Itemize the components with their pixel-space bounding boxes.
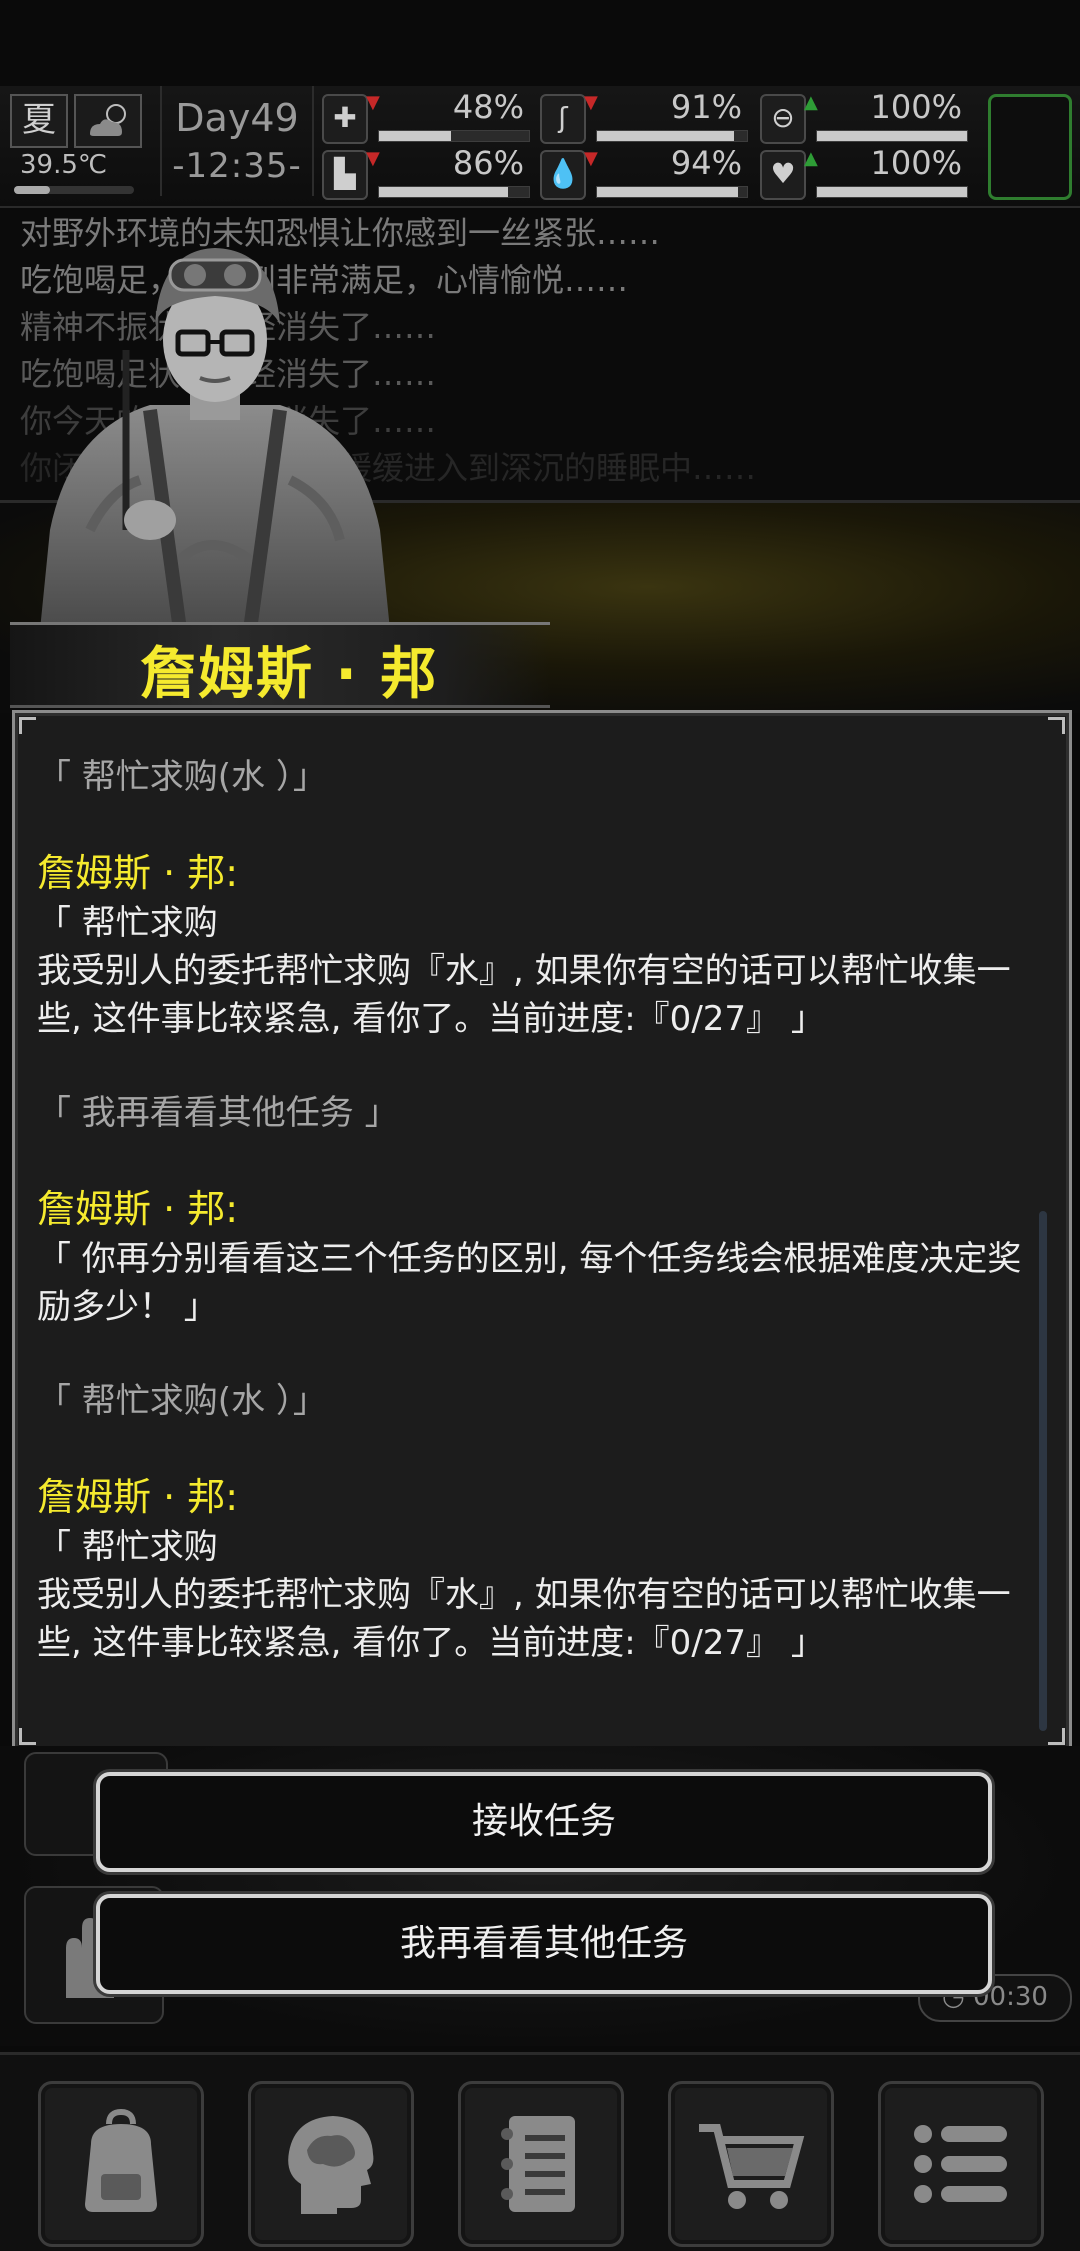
boot-icon: ▙ — [322, 150, 368, 200]
stat-fill — [379, 187, 508, 197]
bottom-nav — [0, 2052, 1080, 2251]
stat-bar — [596, 186, 748, 198]
stat-bar — [816, 130, 968, 142]
notebook-icon — [501, 2116, 575, 2212]
speaker-name: 詹姆斯 · 邦: — [37, 1187, 239, 1231]
trend-up-icon: ▲ — [804, 92, 818, 113]
corner-ornament — [19, 717, 36, 734]
stat-bar — [378, 186, 530, 198]
nav-menu[interactable] — [878, 2081, 1044, 2247]
stat-bar — [816, 186, 968, 198]
stat-hunger[interactable]: ʃ ▼ 91% — [540, 88, 750, 144]
speaker-name: 詹姆斯 · 邦: — [37, 1475, 239, 1519]
dialog-scrollbar[interactable] — [1039, 1211, 1047, 1731]
season-indicator: 夏 — [10, 94, 68, 148]
nav-journal[interactable] — [458, 2081, 624, 2247]
backpack-icon — [85, 2108, 157, 2212]
npc-speech: 「 你再分别看看这三个任务的区别, 每个任务线会根据难度决定奖励多少！ 」 — [37, 1239, 1022, 1327]
player-choice: 「 帮忙求购(水 ）」 — [37, 1381, 327, 1421]
player-choice: 「 帮忙求购(水 ）」 — [37, 757, 327, 797]
trend-down-icon: ▼ — [366, 92, 380, 113]
stat-value: 94% — [670, 144, 742, 182]
day-counter: Day49 — [175, 96, 299, 140]
stat-thirst[interactable]: 💧 ▼ 94% — [540, 144, 750, 200]
stat-value: 86% — [452, 144, 524, 182]
corner-ornament — [19, 1728, 36, 1745]
brain-head-icon — [288, 2116, 374, 2214]
stat-fill — [379, 131, 451, 141]
corner-ornament — [1048, 717, 1065, 734]
stat-stamina[interactable]: ▙ ▼ 86% — [322, 144, 532, 200]
corner-ornament — [1048, 1728, 1065, 1745]
stomach-icon: ʃ — [540, 94, 586, 144]
trend-down-icon: ▼ — [584, 92, 598, 113]
dialog-panel[interactable]: 「 帮忙求购(水 ）」 詹姆斯 · 邦: 「 帮忙求购 我受别人的委托帮忙求购『… — [12, 710, 1072, 1752]
stat-bar — [596, 130, 748, 142]
weather-icon — [74, 94, 142, 148]
nav-backpack[interactable] — [38, 2081, 204, 2247]
trend-down-icon: ▼ — [366, 148, 380, 169]
view-other-tasks-button[interactable]: 我再看看其他任务 — [96, 1894, 992, 1994]
stat-value: 100% — [870, 88, 962, 126]
stat-bar — [378, 130, 530, 142]
stat-mood[interactable]: ♥ ▲ 100% — [760, 144, 970, 200]
menu-list-icon — [914, 2125, 1007, 2203]
stat-value: 91% — [670, 88, 742, 126]
accept-task-button[interactable]: 接收任务 — [96, 1772, 992, 1872]
cart-icon — [699, 2124, 805, 2209]
temperature-readout: 39.5℃ — [20, 150, 108, 180]
npc-speech: 「 帮忙求购 我受别人的委托帮忙求购『水』, 如果你有空的话可以帮忙收集一些, … — [37, 1527, 1011, 1663]
medkit-icon: ✚ — [322, 94, 368, 144]
speaker-name: 詹姆斯 · 邦: — [37, 851, 239, 895]
stat-fill — [817, 131, 967, 141]
stat-fill — [817, 187, 967, 197]
stat-value: 48% — [452, 88, 524, 126]
npc-speech: 「 帮忙求购 我受别人的委托帮忙求购『水』, 如果你有空的话可以帮忙收集一些, … — [37, 903, 1011, 1039]
stat-fill — [597, 187, 738, 197]
npc-name: 詹姆斯 · 邦 — [140, 642, 439, 707]
clock: -12:35- — [172, 146, 302, 186]
status-bar: 夏 39.5℃ Day49 -12:35- ✚ ▼ 48% ʃ ▼ 91% ⊖ … — [0, 86, 1080, 208]
npc-portrait — [30, 230, 400, 631]
dialog-transcript: 「 帮忙求购(水 ）」 詹姆斯 · 邦: 「 帮忙求购 我受别人的委托帮忙求购『… — [37, 753, 1047, 1713]
trend-up-icon: ▲ — [804, 148, 818, 169]
temperature-bar — [14, 186, 134, 194]
equipment-slot[interactable] — [988, 94, 1072, 200]
stat-fill — [597, 131, 734, 141]
stat-health[interactable]: ✚ ▼ 48% — [322, 88, 532, 144]
day-time-panel: Day49 -12:35- — [160, 86, 314, 196]
npc-name-plate: 詹姆斯 · 邦 — [10, 622, 550, 708]
trend-down-icon: ▼ — [584, 148, 598, 169]
stat-spirit[interactable]: ⊖ ▲ 100% — [760, 88, 970, 144]
water-drop-icon: 💧 — [540, 150, 586, 200]
stat-value: 100% — [870, 144, 962, 182]
pill-icon: ⊖ — [760, 94, 806, 144]
heart-icon: ♥ — [760, 150, 806, 200]
nav-skills[interactable] — [248, 2081, 414, 2247]
player-choice: 「 我再看看其他任务 」 — [37, 1093, 399, 1133]
nav-shop[interactable] — [668, 2081, 834, 2247]
